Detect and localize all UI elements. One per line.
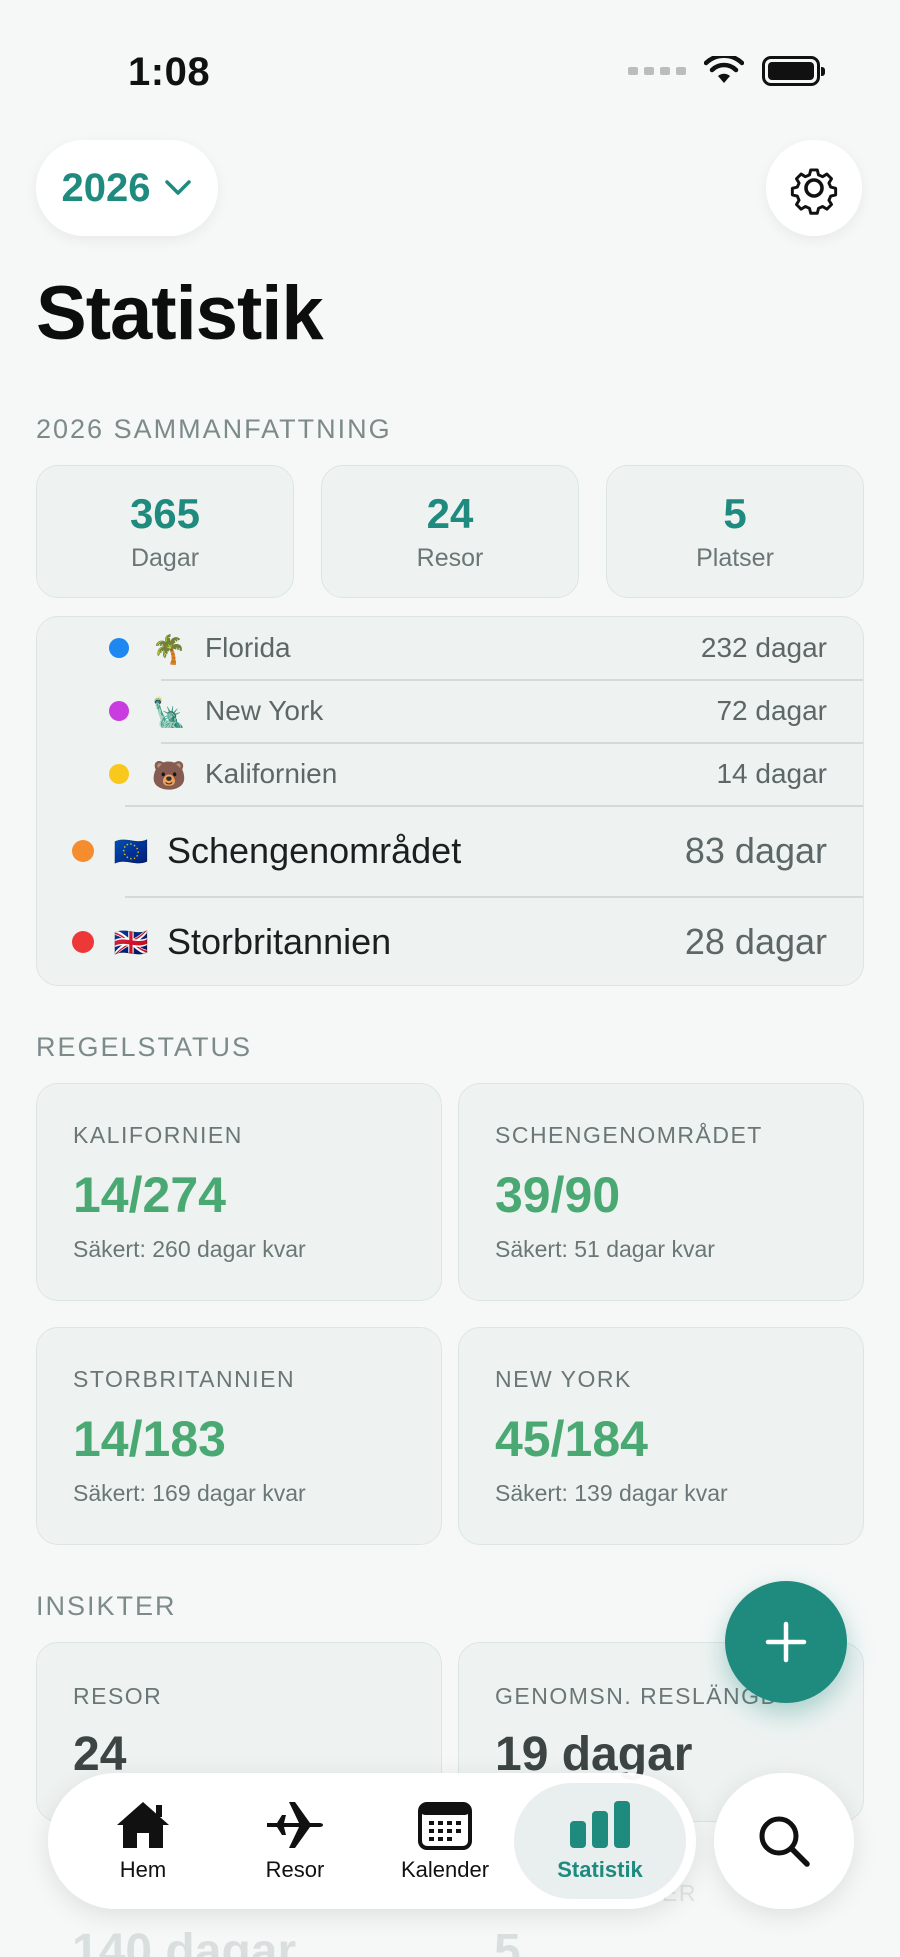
tab-label: Statistik — [557, 1857, 643, 1882]
summary-card-places: 5 Platser — [606, 465, 864, 598]
rule-card-kalifornien[interactable]: KALIFORNIEN 14/274 Säkert: 260 dagar kva… — [36, 1083, 442, 1301]
rule-value: 14/274 — [73, 1167, 226, 1223]
region-row-schengen[interactable]: 🇪🇺 Schengenområdet 83 dagar — [37, 806, 863, 896]
region-color-dot — [72, 931, 94, 953]
year-label: 2026 — [61, 165, 151, 210]
tab-hem[interactable]: Hem — [68, 1773, 218, 1909]
rules-section-label: REGELSTATUS — [36, 1032, 253, 1062]
summary-card-days: 365 Dagar — [36, 465, 294, 598]
tab-label: Resor — [265, 1857, 325, 1882]
page-title: Statistik — [36, 271, 324, 356]
bear-icon: 🐻 — [151, 759, 187, 791]
summary-days-value: 365 — [129, 490, 201, 537]
rule-remaining: Säkert: 260 dagar kvar — [73, 1236, 306, 1262]
tab-label: Kalender — [400, 1857, 490, 1882]
tab-resor[interactable]: Resor — [220, 1773, 370, 1909]
chevron-down-icon — [165, 180, 192, 195]
tab-statistik[interactable]: Statistik — [514, 1783, 686, 1899]
insight-label: GENOMSN. RESLÄNGD — [495, 1683, 779, 1709]
status-icons — [628, 56, 825, 86]
rule-value: 14/183 — [73, 1411, 226, 1467]
add-trip-button[interactable] — [725, 1581, 847, 1703]
gear-icon — [790, 168, 838, 215]
summary-card-trips: 24 Resor — [321, 465, 579, 598]
summary-days-label: Dagar — [130, 544, 200, 572]
settings-button[interactable] — [766, 140, 862, 236]
region-name: Storbritannien — [167, 921, 392, 962]
insight-value-partial: 140 dagar — [72, 1925, 297, 1957]
rule-card-schengen[interactable]: SCHENGENOMRÅDET 39/90 Säkert: 51 dagar k… — [458, 1083, 864, 1301]
rule-value: 39/90 — [495, 1167, 621, 1223]
search-icon — [759, 1816, 810, 1867]
eu-flag-icon: 🇪🇺 — [113, 835, 149, 867]
search-button[interactable] — [714, 1773, 854, 1909]
wifi-icon — [704, 56, 744, 83]
insight-label: RESOR — [73, 1683, 163, 1709]
region-color-dot — [109, 764, 129, 784]
rule-label: SCHENGENOMRÅDET — [495, 1122, 763, 1148]
region-color-dot — [72, 840, 94, 862]
region-row-kalifornien[interactable]: 🐻 Kalifornien 14 dagar — [37, 743, 863, 805]
region-name: Schengenområdet — [167, 830, 462, 871]
summary-trips-label: Resor — [416, 544, 484, 572]
region-days: 83 dagar — [684, 830, 827, 871]
rule-label: STORBRITANNIEN — [73, 1366, 296, 1392]
insights-section-label: INSIKTER — [36, 1591, 177, 1621]
plus-icon — [765, 1621, 807, 1663]
rule-label: KALIFORNIEN — [73, 1122, 243, 1148]
rule-value: 45/184 — [495, 1411, 648, 1467]
region-name: New York — [205, 695, 324, 726]
rule-remaining: Säkert: 139 dagar kvar — [495, 1480, 728, 1506]
airplane-icon — [267, 1802, 323, 1848]
tab-kalender[interactable]: Kalender — [370, 1773, 520, 1909]
summary-places-value: 5 — [723, 490, 747, 537]
chart-bar-icon — [570, 1801, 630, 1848]
tab-bar: Hem Resor Kalender Statistik — [48, 1773, 696, 1909]
region-name: Kalifornien — [205, 758, 338, 789]
rule-card-storbritannien[interactable]: STORBRITANNIEN 14/183 Säkert: 169 dagar … — [36, 1327, 442, 1545]
rule-remaining: Säkert: 51 dagar kvar — [495, 1236, 715, 1262]
battery-icon — [762, 56, 825, 86]
year-selector-button[interactable]: 2026 — [36, 140, 218, 236]
signal-icon — [628, 67, 686, 75]
summary-trips-value: 24 — [426, 490, 474, 537]
insight-value-partial: 5 — [494, 1925, 521, 1957]
rule-remaining: Säkert: 169 dagar kvar — [73, 1480, 306, 1506]
region-days: 28 dagar — [684, 921, 827, 962]
summary-section-label: 2026 SAMMANFATTNING — [36, 414, 392, 444]
statue-of-liberty-icon: 🗽 — [151, 696, 187, 728]
tab-label: Hem — [119, 1857, 167, 1882]
region-list: 🌴 Florida 232 dagar 🗽 New York 72 dagar … — [36, 616, 864, 986]
uk-flag-icon: 🇬🇧 — [113, 926, 149, 958]
house-icon — [117, 1802, 169, 1848]
rule-label: NEW YORK — [495, 1366, 632, 1392]
region-color-dot — [109, 638, 129, 658]
region-days: 14 dagar — [716, 758, 827, 789]
palm-tree-icon: 🌴 — [151, 633, 187, 665]
region-row-storbritannien[interactable]: 🇬🇧 Storbritannien 28 dagar — [37, 897, 863, 985]
region-color-dot — [109, 701, 129, 721]
summary-places-label: Platser — [696, 544, 774, 572]
region-row-new-york[interactable]: 🗽 New York 72 dagar — [37, 680, 863, 742]
region-name: Florida — [205, 632, 291, 663]
status-time: 1:08 — [128, 50, 211, 94]
region-days: 72 dagar — [716, 695, 827, 726]
region-row-florida[interactable]: 🌴 Florida 232 dagar — [37, 617, 863, 679]
region-days: 232 dagar — [700, 632, 827, 663]
rule-card-new-york[interactable]: NEW YORK 45/184 Säkert: 139 dagar kvar — [458, 1327, 864, 1545]
calendar-icon — [418, 1802, 472, 1850]
